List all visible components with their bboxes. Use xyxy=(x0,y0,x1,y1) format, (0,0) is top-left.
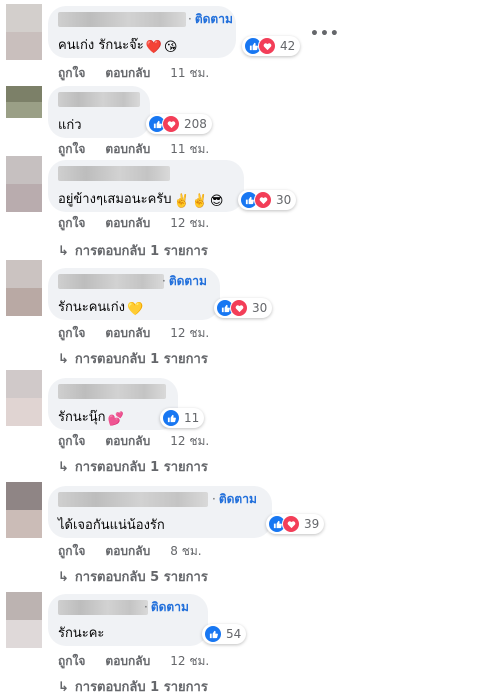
like-reaction-icon xyxy=(204,625,222,643)
reply-button[interactable]: ตอบกลับ xyxy=(105,66,150,80)
avatar[interactable] xyxy=(6,260,42,316)
reaction-count: 42 xyxy=(280,39,296,53)
reply-arrow-icon: ↳ xyxy=(58,244,69,259)
avatar[interactable] xyxy=(6,4,42,60)
reaction-count: 11 xyxy=(184,411,200,425)
reaction-summary[interactable]: 208 xyxy=(146,114,212,134)
reaction-summary[interactable]: 39 xyxy=(266,514,325,534)
kiss-emoji: 😘 xyxy=(163,40,178,55)
view-replies-link[interactable]: ↳ การตอบกลับ 1 รายการ xyxy=(58,348,208,369)
like-button[interactable]: ถูกใจ xyxy=(58,66,85,80)
reply-button[interactable]: ตอบกลับ xyxy=(105,142,150,156)
reply-button[interactable]: ตอบกลับ xyxy=(105,216,150,230)
commenter-name[interactable] xyxy=(58,12,186,27)
timestamp[interactable]: 12 ชม. xyxy=(170,216,209,230)
comment-actions: ถูกใจ ตอบกลับ 12 ชม. xyxy=(58,432,229,451)
avatar[interactable] xyxy=(6,592,42,648)
commenter-name[interactable] xyxy=(58,274,164,289)
comment-bubble: · ติดตาม รักนะคนเก่ง 💛 xyxy=(48,268,220,320)
reaction-summary[interactable]: 11 xyxy=(160,408,205,428)
commenter-name[interactable] xyxy=(58,92,140,107)
follow-button[interactable]: · ติดตาม xyxy=(188,10,233,29)
comment-text: อยู่ข้างๆเสมอนะครับ ✌️ ✌️ 😎 xyxy=(58,192,224,209)
follow-button[interactable]: · ติดตาม xyxy=(212,490,257,509)
comment-actions: ถูกใจ ตอบกลับ 11 ชม. xyxy=(58,64,229,83)
two-hearts-emoji: 💕 xyxy=(107,412,124,427)
like-button[interactable]: ถูกใจ xyxy=(58,434,85,448)
commenter-name[interactable] xyxy=(58,166,170,181)
comment-bubble: · ติดตาม คนเก่ง รักนะจ๊ะ ❤️ 😘 xyxy=(48,6,236,58)
reply-button[interactable]: ตอบกลับ xyxy=(105,326,150,340)
timestamp[interactable]: 12 ชม. xyxy=(170,434,209,448)
comment-bubble: · ติดตาม ได้เจอกันแน่น้องรัก xyxy=(48,486,272,538)
comment-text: คนเก่ง รักนะจ๊ะ ❤️ 😘 xyxy=(58,38,178,55)
sunglasses-emoji: 😎 xyxy=(209,194,224,209)
victory-hand-emoji: ✌️ xyxy=(173,194,190,209)
reaction-count: 54 xyxy=(226,627,242,641)
comment-actions: ถูกใจ ตอบกลับ 12 ชม. xyxy=(58,324,229,343)
more-options-icon[interactable]: ••• xyxy=(310,26,340,42)
view-replies-link[interactable]: ↳ การตอบกลับ 5 รายการ xyxy=(58,566,208,587)
timestamp[interactable]: 11 ชม. xyxy=(170,142,209,156)
view-replies-link[interactable]: ↳ การตอบกลับ 1 รายการ xyxy=(58,676,208,697)
timestamp[interactable]: 8 ชม. xyxy=(170,544,201,558)
comment-actions: ถูกใจ ตอบกลับ 12 ชม. xyxy=(58,652,229,671)
love-reaction-icon xyxy=(258,37,276,55)
timestamp[interactable]: 11 ชม. xyxy=(170,66,209,80)
reaction-count: 30 xyxy=(252,301,268,315)
like-reaction-icon xyxy=(162,409,180,427)
like-button[interactable]: ถูกใจ xyxy=(58,544,85,558)
reply-arrow-icon: ↳ xyxy=(58,460,69,475)
timestamp[interactable]: 12 ชม. xyxy=(170,654,209,668)
reaction-count: 30 xyxy=(276,193,292,207)
comment-text: ได้เจอกันแน่น้องรัก xyxy=(58,518,165,533)
avatar[interactable] xyxy=(6,86,42,118)
reaction-count: 208 xyxy=(184,117,207,131)
reply-button[interactable]: ตอบกลับ xyxy=(105,544,150,558)
victory-hand-emoji: ✌️ xyxy=(191,194,208,209)
love-reaction-icon xyxy=(230,299,248,317)
heart-emoji: ❤️ xyxy=(145,40,162,55)
avatar[interactable] xyxy=(6,482,42,538)
like-button[interactable]: ถูกใจ xyxy=(58,654,85,668)
reaction-summary[interactable]: 54 xyxy=(202,624,247,644)
view-replies-link[interactable]: ↳ การตอบกลับ 1 รายการ xyxy=(58,240,208,261)
commenter-name[interactable] xyxy=(58,492,208,507)
like-button[interactable]: ถูกใจ xyxy=(58,142,85,156)
like-button[interactable]: ถูกใจ xyxy=(58,326,85,340)
comment-bubble: รักนะนุ๊ก 💕 xyxy=(48,378,178,430)
reply-arrow-icon: ↳ xyxy=(58,570,69,585)
timestamp[interactable]: 12 ชม. xyxy=(170,326,209,340)
comment-text: รักนะคะ xyxy=(58,626,105,641)
view-replies-link[interactable]: ↳ การตอบกลับ 1 รายการ xyxy=(58,456,208,477)
love-reaction-icon xyxy=(282,515,300,533)
comment-bubble: แก่ว xyxy=(48,86,150,138)
reaction-count: 39 xyxy=(304,517,320,531)
follow-button[interactable]: · ติดตาม xyxy=(162,272,207,291)
reply-button[interactable]: ตอบกลับ xyxy=(105,654,150,668)
yellow-heart-emoji: 💛 xyxy=(126,302,144,317)
reaction-summary[interactable]: 30 xyxy=(214,298,273,318)
follow-button[interactable]: · ติดตาม xyxy=(144,598,189,617)
reply-arrow-icon: ↳ xyxy=(58,680,69,695)
comment-text: รักนะนุ๊ก 💕 xyxy=(58,410,124,427)
comment-bubble: อยู่ข้างๆเสมอนะครับ ✌️ ✌️ 😎 xyxy=(48,160,244,212)
reaction-summary[interactable]: 30 xyxy=(238,190,297,210)
love-reaction-icon xyxy=(162,115,180,133)
comment-actions: ถูกใจ ตอบกลับ 11 ชม. xyxy=(58,140,229,159)
like-button[interactable]: ถูกใจ xyxy=(58,216,85,230)
commenter-name[interactable] xyxy=(58,384,166,399)
comment-actions: ถูกใจ ตอบกลับ 12 ชม. xyxy=(58,214,229,233)
reaction-summary[interactable]: 42 xyxy=(242,36,301,56)
commenter-name[interactable] xyxy=(58,600,148,615)
comment-text: รักนะคนเก่ง 💛 xyxy=(58,300,144,317)
comment-actions: ถูกใจ ตอบกลับ 8 ชม. xyxy=(58,542,222,561)
comment-text: แก่ว xyxy=(58,118,82,133)
comment-bubble: · ติดตาม รักนะคะ xyxy=(48,594,208,646)
avatar[interactable] xyxy=(6,156,42,212)
love-reaction-icon xyxy=(254,191,272,209)
reply-button[interactable]: ตอบกลับ xyxy=(105,434,150,448)
avatar[interactable] xyxy=(6,370,42,426)
reply-arrow-icon: ↳ xyxy=(58,352,69,367)
